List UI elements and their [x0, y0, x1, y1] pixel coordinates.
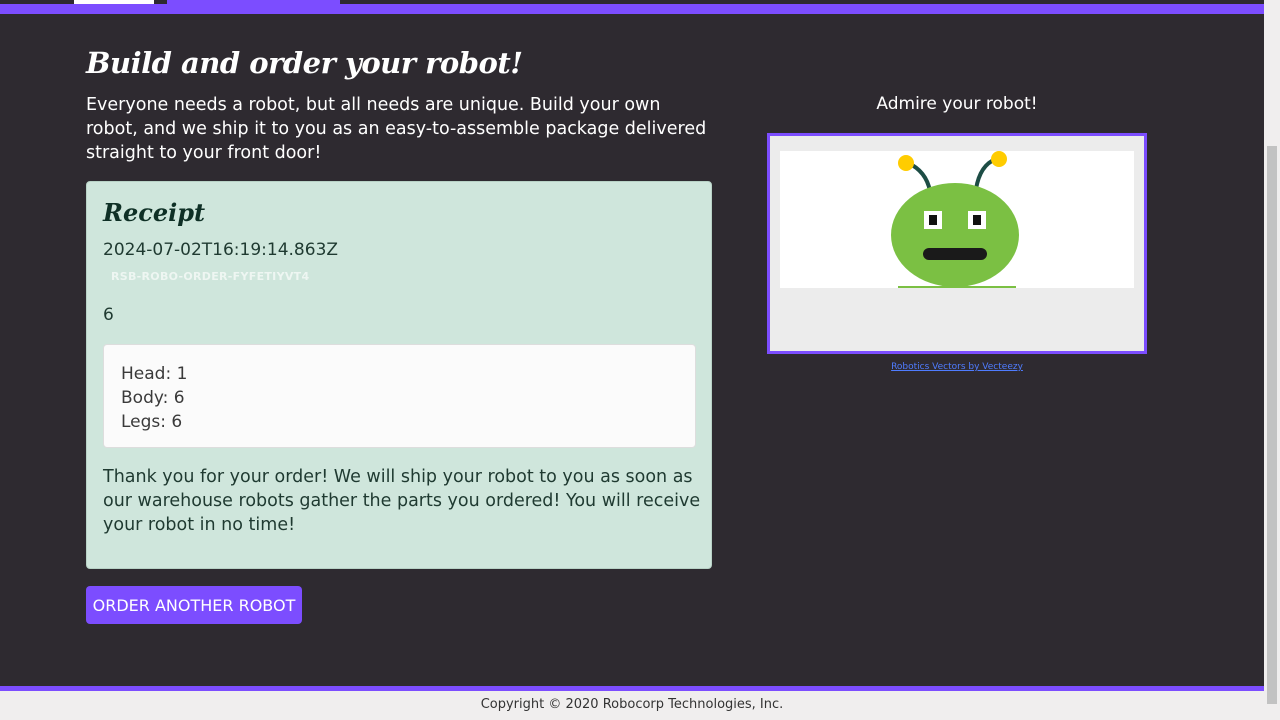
- nav-tab-home[interactable]: [74, 0, 154, 4]
- robot-mouth: [923, 248, 987, 260]
- part-body: Body: 6: [121, 388, 185, 408]
- vecteezy-credit-link[interactable]: Robotics Vectors by Vecteezy: [767, 362, 1147, 372]
- footer-copyright: Copyright © 2020 Robocorp Technologies, …: [480, 697, 784, 712]
- robot-head-illustration: [891, 151, 1019, 288]
- receipt-card: Receipt 2024-07-02T16:19:14.863Z RSB-ROB…: [86, 181, 712, 569]
- order-another-robot-button[interactable]: ORDER ANOTHER ROBOT: [86, 586, 302, 624]
- page-title: Build and order your robot!: [86, 46, 523, 80]
- robot-neck: [898, 286, 1016, 288]
- right-pupil: [973, 215, 981, 225]
- order-id-badge: RSB-ROBO-ORDER-FYFETIYVT4: [111, 270, 310, 283]
- thank-you-message: Thank you for your order! We will ship y…: [103, 467, 701, 535]
- left-antenna-ball: [898, 155, 914, 171]
- scrollbar-thumb[interactable]: [1267, 146, 1277, 704]
- nav-tab-order-robot[interactable]: [167, 0, 340, 4]
- part-legs: Legs: 6: [121, 412, 183, 432]
- left-pupil: [929, 215, 937, 225]
- receipt-timestamp: 2024-07-02T16:19:14.863Z: [103, 240, 339, 260]
- order-number: 6: [103, 305, 114, 325]
- page-scrollbar[interactable]: [1264, 0, 1280, 720]
- page-intro: Everyone needs a robot, but all needs ar…: [86, 95, 707, 163]
- robot-preview: [767, 133, 1147, 354]
- preview-heading: Admire your robot!: [876, 94, 1038, 114]
- top-accent-stripe: [0, 4, 1264, 14]
- receipt-heading: Receipt: [103, 198, 206, 227]
- robot-image: [780, 151, 1134, 288]
- robot-face: [891, 183, 1019, 287]
- right-antenna-ball: [991, 151, 1007, 167]
- parts-list: Head: 1 Body: 6 Legs: 6: [103, 344, 696, 448]
- part-head: Head: 1: [121, 364, 188, 384]
